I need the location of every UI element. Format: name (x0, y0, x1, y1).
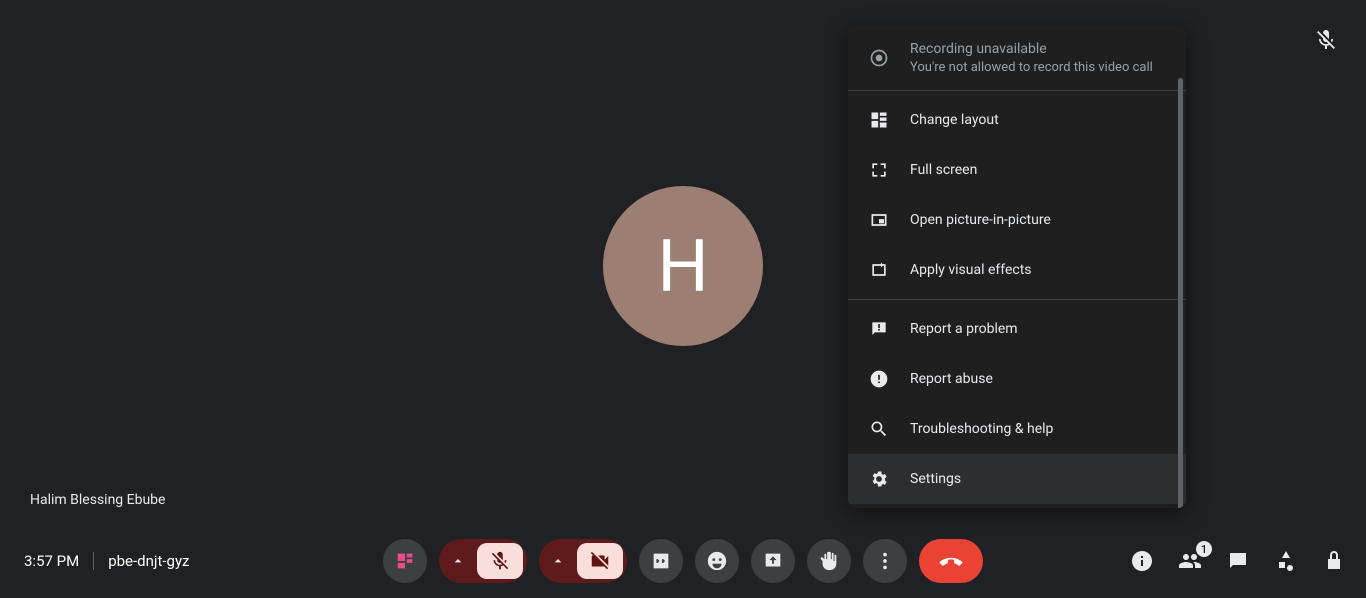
menu-troubleshooting-label: Troubleshooting & help (910, 420, 1053, 439)
menu-report-problem-label: Report a problem (910, 320, 1018, 339)
camera-options-chevron[interactable] (539, 553, 577, 569)
menu-recording-subtitle: You're not allowed to record this video … (910, 59, 1153, 77)
present-button[interactable] (751, 539, 795, 583)
gear-icon (868, 468, 890, 490)
menu-item-full-screen[interactable]: Full screen (848, 145, 1186, 195)
companion-mode-button[interactable] (383, 539, 427, 583)
mic-control-pill (439, 539, 527, 583)
menu-full-screen-label: Full screen (910, 161, 977, 180)
mic-toggle-button[interactable] (477, 543, 523, 579)
activities-button[interactable] (1272, 547, 1300, 575)
menu-item-settings[interactable]: Settings (848, 454, 1186, 504)
menu-visual-effects-label: Apply visual effects (910, 261, 1032, 280)
people-panel-button[interactable]: 1 (1176, 547, 1204, 575)
more-options-button[interactable] (863, 539, 907, 583)
report-abuse-icon (868, 368, 890, 390)
menu-item-visual-effects[interactable]: Apply visual effects (848, 245, 1186, 295)
menu-item-troubleshooting[interactable]: Troubleshooting & help (848, 404, 1186, 454)
menu-report-abuse-label: Report abuse (910, 370, 993, 389)
raise-hand-button[interactable] (807, 539, 851, 583)
clock-label: 3:57 PM (24, 552, 79, 570)
menu-item-report-abuse[interactable]: Report abuse (848, 354, 1186, 404)
mic-options-chevron[interactable] (439, 553, 477, 569)
people-count-badge: 1 (1196, 541, 1212, 557)
fullscreen-icon (868, 159, 890, 181)
camera-toggle-button[interactable] (577, 543, 623, 579)
host-controls-button[interactable] (1320, 547, 1348, 575)
meeting-code-label: pbe-dnjt-gyz (108, 552, 189, 570)
leave-call-button[interactable] (919, 539, 983, 583)
menu-item-change-layout[interactable]: Change layout (848, 95, 1186, 145)
menu-item-recording: Recording unavailable You're not allowed… (848, 26, 1186, 90)
more-options-menu[interactable]: Recording unavailable You're not allowed… (848, 26, 1186, 508)
chat-panel-button[interactable] (1224, 547, 1252, 575)
avatar-initial: H (657, 224, 708, 309)
menu-settings-label: Settings (910, 470, 961, 489)
footer-divider (93, 552, 94, 570)
remote-mic-off-icon (1314, 28, 1338, 52)
bottom-bar: 3:57 PM pbe-dnjt-gyz (0, 524, 1366, 598)
menu-item-picture-in-picture[interactable]: Open picture-in-picture (848, 195, 1186, 245)
feedback-icon (868, 318, 890, 340)
menu-pip-label: Open picture-in-picture (910, 211, 1051, 230)
menu-scrollbar-thumb[interactable] (1178, 78, 1183, 508)
pip-icon (868, 209, 890, 231)
menu-item-report-problem[interactable]: Report a problem (848, 304, 1186, 354)
bottom-bar-right: 1 (1128, 547, 1348, 575)
meeting-info-button[interactable] (1128, 547, 1156, 575)
camera-control-pill (539, 539, 627, 583)
captions-button[interactable] (639, 539, 683, 583)
layout-icon (868, 109, 890, 131)
record-icon (868, 47, 890, 69)
reactions-button[interactable] (695, 539, 739, 583)
menu-change-layout-label: Change layout (910, 111, 999, 130)
effects-icon (868, 259, 890, 281)
participant-name-label: Halim Blessing Ebube (30, 492, 165, 508)
bottom-bar-center (383, 539, 983, 583)
help-icon (868, 418, 890, 440)
participant-avatar: H (603, 186, 763, 346)
bottom-bar-left: 3:57 PM pbe-dnjt-gyz (24, 552, 190, 570)
menu-recording-title: Recording unavailable (910, 40, 1153, 59)
